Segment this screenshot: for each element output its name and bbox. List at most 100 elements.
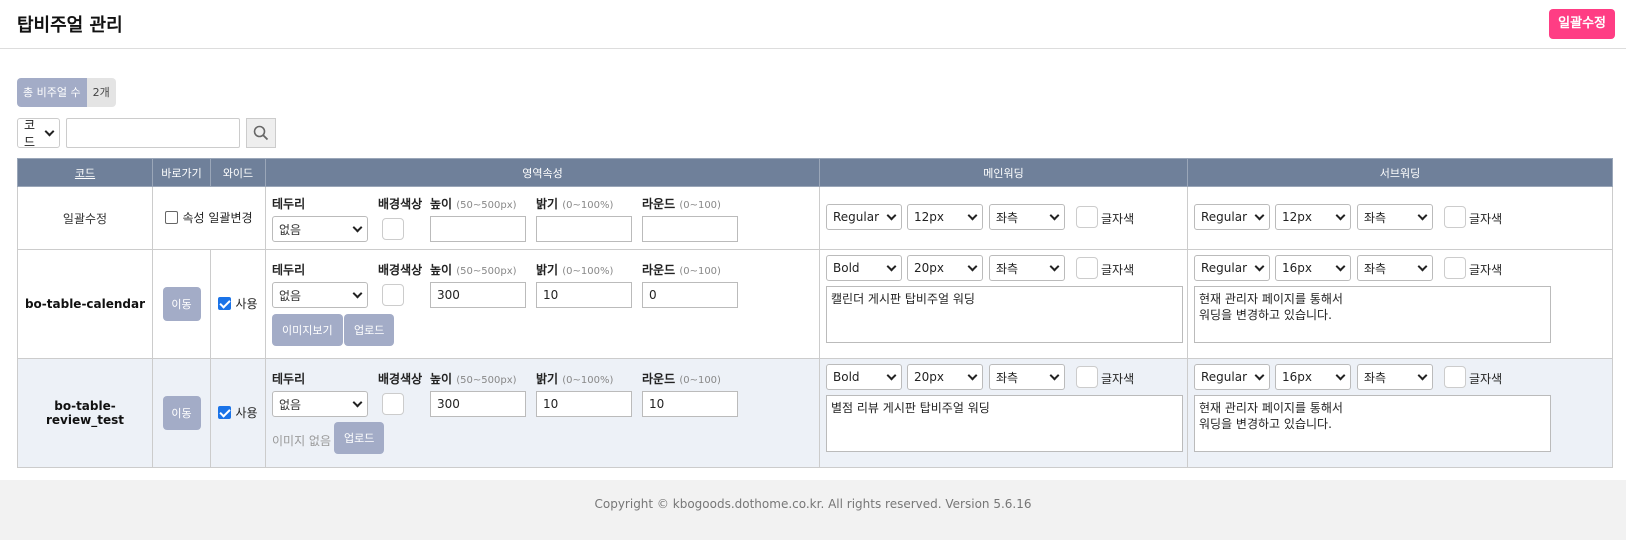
sub-text-color-picker[interactable]: [1444, 366, 1466, 388]
sub-weight-select[interactable]: Regular: [1194, 364, 1270, 390]
border-label: 테두리: [272, 263, 306, 277]
bg-color-picker[interactable]: [382, 393, 404, 415]
round-input[interactable]: [642, 216, 738, 242]
height-label: 높이 (50~500px): [430, 197, 517, 211]
main-align-value: 좌측: [996, 261, 1019, 276]
sub-text-color-label: 글자색: [1469, 372, 1503, 386]
main-weight-select[interactable]: Bold: [826, 364, 902, 390]
upload-button[interactable]: 업로드: [334, 422, 385, 454]
sub-align-select[interactable]: 좌측: [1357, 204, 1433, 230]
main-size-value: 20px: [914, 370, 944, 384]
bg-color-label: 배경색상: [378, 372, 423, 386]
sub-wording-textarea[interactable]: 현재 관리자 페이지를 통해서 워딩을 변경하고 있습니다.: [1194, 286, 1551, 343]
sub-align-select[interactable]: 좌측: [1357, 255, 1433, 281]
checkbox[interactable]: [218, 297, 232, 310]
height-input[interactable]: 300: [430, 282, 526, 308]
sub-text-color-picker[interactable]: [1444, 206, 1466, 228]
code-sort-link[interactable]: 코드: [75, 167, 95, 180]
col-header-area: 영역속성: [265, 158, 820, 187]
search-field-select[interactable]: 코드: [17, 118, 60, 149]
sub-size-value: 12px: [1282, 210, 1312, 224]
chevron-down-icon: [44, 126, 55, 136]
chevron-down-icon: [352, 288, 363, 298]
col-header-code[interactable]: 코드: [17, 158, 153, 187]
sub-text-color-picker[interactable]: [1444, 257, 1466, 279]
bg-color-picker[interactable]: [382, 218, 404, 240]
sub-weight-select[interactable]: Regular: [1194, 204, 1270, 230]
sub-align-value: 좌측: [1364, 210, 1387, 225]
border-label: 테두리: [272, 197, 306, 211]
bulk-edit-button[interactable]: 일괄수정: [1549, 9, 1615, 39]
sub-size-select[interactable]: 16px: [1275, 255, 1351, 281]
main-weight-value: Bold: [833, 261, 860, 275]
main-weight-value: Regular: [833, 210, 880, 224]
main-wording-cell: Bold 20px 좌측 글자색 별점 리뷰 게시판 탑비주얼 워딩: [819, 358, 1188, 468]
brightness-input[interactable]: 10: [536, 391, 632, 417]
table-row: bo-table-calendar 이동 사용 테두리 배경색상 높이 (50~…: [17, 249, 1613, 359]
move-button[interactable]: 이동: [162, 287, 201, 321]
sub-size-select[interactable]: 12px: [1275, 204, 1351, 230]
main-align-select[interactable]: 좌측: [989, 255, 1065, 281]
checkbox[interactable]: [165, 211, 179, 224]
height-input[interactable]: [430, 216, 526, 242]
round-input[interactable]: 10: [642, 391, 738, 417]
view-image-button[interactable]: 이미지보기: [272, 314, 343, 346]
main-align-value: 좌측: [996, 370, 1019, 385]
brightness-label: 밝기 (0~100%): [536, 372, 614, 386]
main-text-color-picker[interactable]: [1076, 206, 1098, 228]
upload-button[interactable]: 업로드: [344, 314, 395, 346]
sub-wording-cell: Regular 16px 좌측 글자색 현재 관리자 페이지를 통해서 워딩을 …: [1187, 358, 1613, 468]
border-select[interactable]: 없음: [272, 391, 368, 417]
col-header-wide: 와이드: [210, 158, 266, 187]
col-header-sub-wording: 서브워딩: [1187, 158, 1613, 187]
sub-weight-value: Regular: [1201, 210, 1248, 224]
col-header-main-wording: 메인워딩: [819, 158, 1188, 187]
chevron-down-icon: [1417, 370, 1428, 380]
area-attributes: 테두리 배경색상 높이 (50~500px) 밝기 (0~100%) 라운드 (…: [265, 358, 820, 468]
total-count-value: 2개: [86, 78, 116, 107]
sub-align-select[interactable]: 좌측: [1357, 364, 1433, 390]
border-select[interactable]: 없음: [272, 282, 368, 308]
main-align-value: 좌측: [996, 210, 1019, 225]
brightness-label: 밝기 (0~100%): [536, 197, 614, 211]
main-text-color-picker[interactable]: [1076, 366, 1098, 388]
main-wording-textarea[interactable]: 별점 리뷰 게시판 탑비주얼 워딩: [826, 395, 1183, 452]
wide-checkbox[interactable]: 사용: [218, 295, 258, 312]
bg-color-picker[interactable]: [382, 284, 404, 306]
main-align-select[interactable]: 좌측: [989, 364, 1065, 390]
main-size-select[interactable]: 20px: [907, 364, 983, 390]
main-weight-select[interactable]: Bold: [826, 255, 902, 281]
round-label: 라운드 (0~100): [642, 372, 721, 386]
attr-bulk-checkbox[interactable]: 속성 일괄변경: [165, 209, 253, 226]
main-wording-textarea[interactable]: 캘린더 게시판 탑비주얼 워딩: [826, 286, 1183, 343]
main-weight-value: Bold: [833, 370, 860, 384]
search-input[interactable]: [66, 118, 240, 148]
main-weight-select[interactable]: Regular: [826, 204, 902, 230]
chevron-down-icon: [1335, 261, 1346, 271]
chevron-down-icon: [1417, 210, 1428, 220]
border-select[interactable]: 없음: [272, 216, 368, 242]
height-input[interactable]: 300: [430, 391, 526, 417]
wide-checkbox[interactable]: 사용: [218, 404, 258, 421]
move-button[interactable]: 이동: [162, 396, 201, 430]
chevron-down-icon: [1335, 210, 1346, 220]
round-label: 라운드 (0~100): [642, 197, 721, 211]
search-button[interactable]: [246, 118, 276, 148]
shortcut-cell: 이동: [152, 249, 211, 359]
sub-weight-select[interactable]: Regular: [1194, 255, 1270, 281]
main-size-select[interactable]: 20px: [907, 255, 983, 281]
brightness-input[interactable]: 10: [536, 282, 632, 308]
main-text-color-picker[interactable]: [1076, 257, 1098, 279]
main-align-select[interactable]: 좌측: [989, 204, 1065, 230]
sub-wording-textarea[interactable]: 현재 관리자 페이지를 통해서 워딩을 변경하고 있습니다.: [1194, 395, 1551, 452]
sub-size-value: 16px: [1282, 370, 1312, 384]
sub-size-select[interactable]: 16px: [1275, 364, 1351, 390]
round-input[interactable]: 0: [642, 282, 738, 308]
table-header-row: 코드 바로가기 와이드 영역속성 메인워딩 서브워딩: [17, 158, 1613, 187]
chevron-down-icon: [967, 370, 978, 380]
wide-cell: 사용: [210, 358, 266, 468]
area-attributes: 테두리 배경색상 높이 (50~500px) 밝기 (0~100%) 라운드 (…: [265, 249, 820, 359]
checkbox[interactable]: [218, 406, 232, 419]
main-size-select[interactable]: 12px: [907, 204, 983, 230]
brightness-input[interactable]: [536, 216, 632, 242]
